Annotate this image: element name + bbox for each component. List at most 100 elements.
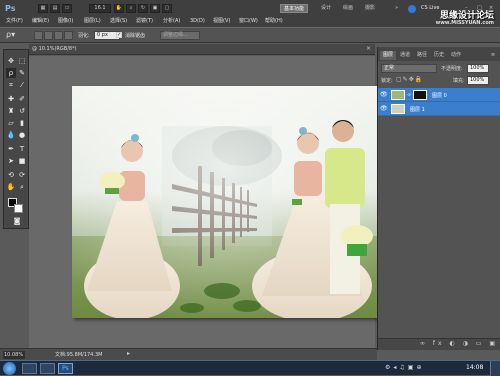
add-selection-icon[interactable]	[44, 31, 53, 40]
eye-icon[interactable]: 👁	[380, 105, 388, 112]
quick-mask-icon[interactable]: ◙	[12, 216, 22, 226]
document-tab[interactable]: @ 10.1%(RGB/8*) ×	[29, 44, 375, 55]
arrange-documents-icon[interactable]: ▣	[150, 4, 160, 13]
workspace-paint-link[interactable]: 绘画	[340, 4, 356, 13]
background-color-swatch[interactable]	[14, 204, 23, 213]
layers-footer: ∞ fx ◐ ◑ ▭ ▣ 🗑	[378, 338, 500, 350]
status-zoom[interactable]: 10.08%	[3, 351, 25, 359]
photoshop-taskbar-icon[interactable]: Ps	[58, 363, 73, 374]
path-select-tool-icon[interactable]: ➤	[6, 156, 16, 166]
refine-edge-button[interactable]: 调整边缘...	[160, 31, 200, 40]
cs-live-button[interactable]: CS Live	[418, 4, 442, 13]
lock-label: 锁定:	[381, 78, 393, 84]
menu-layer[interactable]: 图层(L)	[84, 17, 101, 25]
tools-panel: ✥ ⬚ ρ ✎ ⌗ ⁄ ✚ ✐ ♜ ↺ ▱ ▮ 💧 ● ✒ T ➤ ■ ⟲ ⟳ …	[3, 49, 29, 229]
menu-file[interactable]: 文件(F)	[6, 17, 23, 25]
lasso-tool-preset-icon[interactable]: ρ▾	[6, 30, 15, 39]
explorer-taskbar-icon[interactable]	[40, 363, 55, 374]
lock-icons[interactable]: ▢✎✥🔒	[396, 76, 428, 83]
start-button[interactable]	[3, 362, 16, 375]
lasso-tool-icon[interactable]: ρ	[6, 68, 16, 78]
extras-icon[interactable]: ▭	[62, 4, 72, 13]
shape-tool-icon[interactable]: ■	[17, 156, 27, 166]
marquee-tool-icon[interactable]: ⬚	[17, 56, 27, 66]
close-document-icon[interactable]: ×	[366, 45, 371, 52]
menu-window[interactable]: 窗口(W)	[239, 17, 258, 25]
cs-live-icon	[408, 5, 416, 13]
bridge-icon[interactable]: ▦	[38, 4, 48, 13]
3d-camera-tool-icon[interactable]: ⟳	[17, 170, 27, 180]
layers-panel: 图层 通道 路径 历史 动作 ≡ 正常 不透明度: 100% 锁定: ▢✎✥🔒 …	[377, 47, 500, 350]
layer-mask-thumbnail[interactable]	[413, 90, 427, 100]
tab-history[interactable]: 历史	[431, 51, 447, 60]
crop-tool-icon[interactable]: ⌗	[6, 80, 16, 90]
quick-select-tool-icon[interactable]: ✎	[17, 68, 27, 78]
layer-name: 图层 1	[410, 107, 425, 113]
ie-taskbar-icon[interactable]	[22, 363, 37, 374]
layer-row[interactable]: 👁 ∞ 图层 0	[378, 88, 500, 102]
options-bar: ρ▾ 羽化: 0 px ✓ 消除锯齿 调整边缘...	[0, 27, 500, 43]
status-doc-size: 文档:95.8M/174.3M	[55, 352, 103, 358]
3d-rotate-tool-icon[interactable]: ⟲	[6, 170, 16, 180]
menu-help[interactable]: 帮助(H)	[265, 17, 283, 25]
tray-icons[interactable]: ⚙◂♫▣⊕	[385, 364, 424, 371]
zoom-level-dropdown[interactable]: 16.1	[89, 4, 111, 13]
workspace-design-link[interactable]: 设计	[318, 4, 334, 13]
move-tool-icon[interactable]: ✥	[6, 56, 16, 66]
screen-mode-icon[interactable]: ▢	[162, 4, 172, 13]
blend-mode-value: 正常	[384, 65, 395, 71]
menu-image[interactable]: 图像(I)	[58, 17, 73, 25]
workspace-essentials-button[interactable]: 基本功能	[280, 4, 309, 13]
menu-select[interactable]: 选择(S)	[110, 17, 127, 25]
fill-input[interactable]: 100%	[467, 76, 489, 85]
new-selection-icon[interactable]	[34, 31, 43, 40]
wedding-photo-canvas[interactable]	[72, 86, 377, 318]
layer-thumbnail	[391, 104, 405, 114]
tab-paths[interactable]: 路径	[414, 51, 430, 60]
eyedropper-tool-icon[interactable]: ⁄	[17, 80, 27, 90]
layer-row[interactable]: 👁 图层 1	[378, 102, 500, 116]
rotate-view-icon[interactable]: ↻	[138, 4, 148, 13]
blur-tool-icon[interactable]: 💧	[6, 130, 16, 140]
status-bar: 10.08% 文档:95.8M/174.3M ▸	[0, 348, 377, 360]
zoom-tool-icon[interactable]: ⌕	[126, 4, 136, 13]
history-brush-tool-icon[interactable]: ↺	[17, 106, 27, 116]
panel-menu-icon[interactable]: ≡	[488, 51, 498, 60]
hand-tool-icon[interactable]: ✋	[114, 4, 124, 13]
eye-icon[interactable]: 👁	[380, 91, 388, 98]
taskbar-clock[interactable]: 14:08	[466, 364, 483, 371]
layer-name: 图层 0	[432, 93, 447, 99]
healing-tool-icon[interactable]: ✚	[6, 94, 16, 104]
opacity-input[interactable]: 100%	[467, 64, 489, 73]
layer-actions-icons[interactable]: ∞ fx ◐ ◑ ▭ ▣ 🗑	[420, 340, 500, 347]
dodge-tool-icon[interactable]: ●	[17, 130, 27, 140]
intersect-selection-icon[interactable]	[64, 31, 73, 40]
tab-channels[interactable]: 通道	[397, 51, 413, 60]
status-menu-arrow-icon[interactable]: ▸	[127, 350, 130, 357]
tab-actions[interactable]: 动作	[448, 51, 464, 60]
menu-3d[interactable]: 3D(D)	[190, 17, 205, 25]
mini-bridge-icon[interactable]: ▤	[50, 4, 60, 13]
menu-edit[interactable]: 编辑(E)	[32, 17, 49, 25]
menu-filter[interactable]: 滤镜(T)	[136, 17, 153, 25]
stamp-tool-icon[interactable]: ♜	[6, 106, 16, 116]
menu-analysis[interactable]: 分析(A)	[163, 17, 180, 25]
type-tool-icon[interactable]: T	[17, 144, 27, 154]
antialias-checkbox[interactable]: ✓	[116, 32, 122, 38]
zoom-tool-icon[interactable]: ⌕	[17, 182, 27, 192]
opacity-label: 不透明度:	[441, 66, 463, 72]
hand-tool-icon[interactable]: ✋	[6, 182, 16, 192]
subtract-selection-icon[interactable]	[54, 31, 63, 40]
blend-mode-select[interactable]: 正常	[381, 64, 437, 73]
photoshop-logo: Ps	[5, 4, 16, 13]
eraser-tool-icon[interactable]: ▱	[6, 118, 16, 128]
pen-tool-icon[interactable]: ✒	[6, 144, 16, 154]
tab-layers[interactable]: 图层	[380, 51, 396, 60]
menu-view[interactable]: 视图(V)	[213, 17, 230, 25]
brush-tool-icon[interactable]: ✐	[17, 94, 27, 104]
show-desktop-button[interactable]	[490, 361, 500, 376]
workspace-photo-link[interactable]: 摄影	[362, 4, 378, 13]
gradient-tool-icon[interactable]: ▮	[17, 118, 27, 128]
layer-thumbnail	[391, 90, 405, 100]
more-workspaces-chevron-icon[interactable]: »	[392, 4, 401, 13]
